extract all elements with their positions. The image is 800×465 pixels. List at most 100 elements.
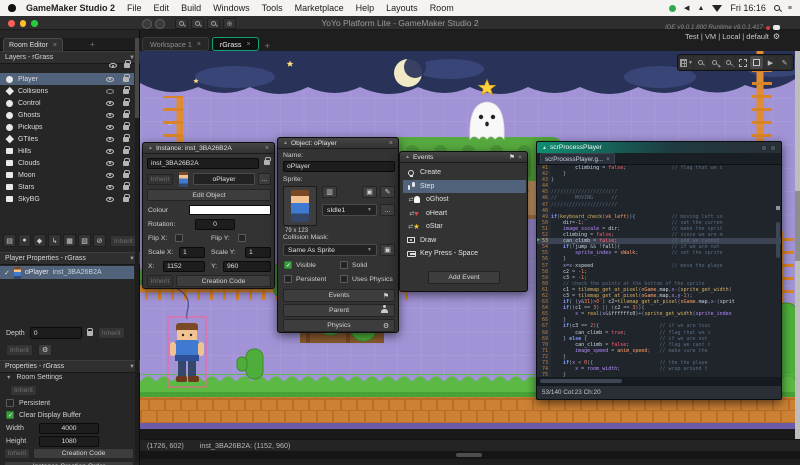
flip-y-checkbox[interactable] (238, 234, 246, 242)
lock-icon[interactable] (123, 197, 129, 202)
lock-icon[interactable] (123, 137, 129, 142)
parent-button[interactable]: Parent (283, 304, 395, 317)
delete-layer-button[interactable]: ⊘ (93, 234, 106, 247)
rotation-input[interactable]: 0 (195, 219, 235, 230)
layer-row-hills[interactable]: Hills (0, 145, 134, 157)
event-row-step[interactable]: Step (403, 180, 526, 193)
chat-bubble-icon[interactable] (773, 25, 780, 30)
instance-window-titlebar[interactable]: ▲ Instance: inst_3BA26B2A × (143, 143, 274, 154)
duplicate-layer-button[interactable]: ▧ (78, 234, 91, 247)
paint-mode-button[interactable]: ✎ (778, 56, 791, 69)
visibility-eye-icon[interactable] (106, 161, 114, 166)
creation-inherit-button[interactable]: Inherit (4, 448, 30, 459)
target-settings-gear-icon[interactable]: ⚙ (773, 32, 780, 41)
event-row-oghost[interactable]: ⇄oGhost (403, 193, 526, 206)
run-room-button[interactable]: ▶ (764, 56, 777, 69)
zoom-tool-3-button[interactable] (207, 18, 220, 29)
event-row-create[interactable]: Create (403, 166, 526, 179)
depth-input[interactable]: 0 (30, 327, 82, 339)
event-row-key-press-space[interactable]: Key Press - Space (403, 247, 526, 260)
collapse-icon[interactable]: ▲ (542, 145, 547, 151)
layer-row-ghosts[interactable]: Ghosts (0, 109, 134, 121)
solid-checkbox[interactable] (340, 261, 348, 269)
uses-physics-checkbox[interactable] (340, 275, 348, 283)
canvas-options-button[interactable] (750, 56, 763, 69)
add-event-button[interactable]: Add Event (428, 271, 500, 284)
layer-row-control[interactable]: Control (0, 97, 134, 109)
zoom-tool-button[interactable] (694, 56, 707, 69)
room-editor-tab[interactable]: Room Editor× (3, 38, 63, 51)
close-icon[interactable]: × (606, 156, 610, 163)
collapse-icon[interactable]: ▲ (283, 140, 288, 146)
room-inherit-button[interactable]: Inherit (10, 385, 37, 396)
instance-name-input[interactable]: inst_3BA26B2A (147, 158, 259, 169)
new-sprite-button[interactable]: ▥ (322, 186, 337, 198)
collision-mask-edit-button[interactable]: ▣ (380, 244, 395, 256)
lock-icon[interactable] (123, 77, 129, 82)
ide-circle-button-1[interactable] (142, 19, 152, 29)
dock-scrollbar[interactable] (135, 38, 139, 462)
code-vertical-scrollbar[interactable] (776, 222, 780, 258)
events-button[interactable]: Events⚑ (283, 289, 395, 302)
wifi-icon[interactable] (712, 5, 722, 12)
maximize-window-button[interactable] (31, 20, 38, 27)
inherit-button[interactable]: Inherit (6, 344, 33, 356)
lock-icon[interactable] (123, 113, 129, 118)
collision-mask-dropdown[interactable]: Same As Sprite▼ (283, 244, 377, 256)
creation-inherit-button[interactable]: Inherit (147, 275, 173, 287)
layer-row-player[interactable]: Player (0, 73, 134, 85)
sprite-select-dropdown[interactable]: sIdle1▼ (322, 204, 377, 216)
flip-x-checkbox[interactable] (175, 234, 183, 242)
visibility-eye-icon[interactable] (106, 101, 114, 106)
menu-build[interactable]: Build (175, 3, 207, 13)
visible-checkbox[interactable] (284, 261, 292, 269)
status-dot-icon[interactable] (669, 5, 676, 12)
physics-button[interactable]: Physics⚙ (283, 319, 395, 332)
app-menu-title[interactable]: GameMaker Studio 2 (26, 3, 115, 13)
scale-y-input[interactable]: 1 (245, 247, 271, 258)
zoom-tool-2-button[interactable] (191, 18, 204, 29)
add-workspace-tab-button[interactable]: + (262, 41, 273, 51)
close-icon[interactable]: × (197, 41, 201, 48)
clear-display-buffer-checkbox[interactable] (6, 411, 14, 419)
edit-object-button[interactable]: Edit Object (147, 189, 271, 201)
sprite-thumbnail[interactable] (283, 186, 317, 226)
menu-layouts[interactable]: Layouts (380, 3, 424, 13)
menu-windows[interactable]: Windows (207, 3, 256, 13)
player-properties-header[interactable]: Player Properties - rGrass▼ (0, 252, 140, 265)
close-icon[interactable]: × (246, 41, 250, 48)
code-tab[interactable]: scrProcessPlayer.g... × (540, 153, 615, 164)
apple-icon[interactable] (8, 4, 16, 12)
visibility-eye-icon[interactable] (106, 113, 114, 118)
instance-creation-code-button[interactable]: Creation Code (176, 275, 271, 287)
workspace-tab-rgrass[interactable]: rGrass× (212, 37, 259, 51)
lock-icon[interactable] (123, 173, 129, 178)
code-area[interactable]: 41 climbing = false; // flag that we c42… (537, 165, 781, 377)
menu-list-icon[interactable]: ≡ (788, 5, 792, 12)
menu-room[interactable]: Room (424, 3, 460, 13)
lock-icon[interactable] (123, 89, 129, 94)
menu-tools[interactable]: Tools (256, 3, 289, 13)
lock-icon[interactable] (87, 331, 93, 336)
add-dock-tab-button[interactable]: + (90, 40, 95, 49)
visibility-eye-icon[interactable] (106, 149, 114, 154)
layer-settings-gear-button[interactable]: ⚙ (38, 344, 52, 356)
menu-file[interactable]: File (121, 3, 148, 13)
search-icon[interactable] (774, 5, 780, 11)
code-window-titlebar[interactable]: ▲ scrProcessPlayer (537, 142, 781, 153)
instance-creation-order-button[interactable]: Instance Creation Order (4, 461, 134, 465)
lock-icon[interactable] (123, 101, 129, 106)
zoom-out-button[interactable]: - (722, 56, 735, 69)
colour-swatch[interactable] (189, 205, 271, 215)
close-icon[interactable]: × (518, 154, 522, 161)
layer-instance-row[interactable]: ✓ oPlayer inst_3BA26B2A (0, 266, 134, 279)
add-instance-layer-button[interactable]: ● (18, 234, 31, 247)
room-properties-header[interactable]: Properties - rGrass▼ (0, 360, 140, 373)
collapse-icon[interactable]: ▲ (148, 145, 153, 151)
lock-icon[interactable] (123, 185, 129, 190)
visibility-eye-icon[interactable] (106, 89, 114, 94)
layer-row-stars[interactable]: Stars (0, 181, 134, 193)
sprite-browse-button[interactable]: ... (380, 204, 395, 216)
persistent-checkbox[interactable] (6, 399, 14, 407)
scale-x-input[interactable]: 1 (179, 247, 205, 258)
